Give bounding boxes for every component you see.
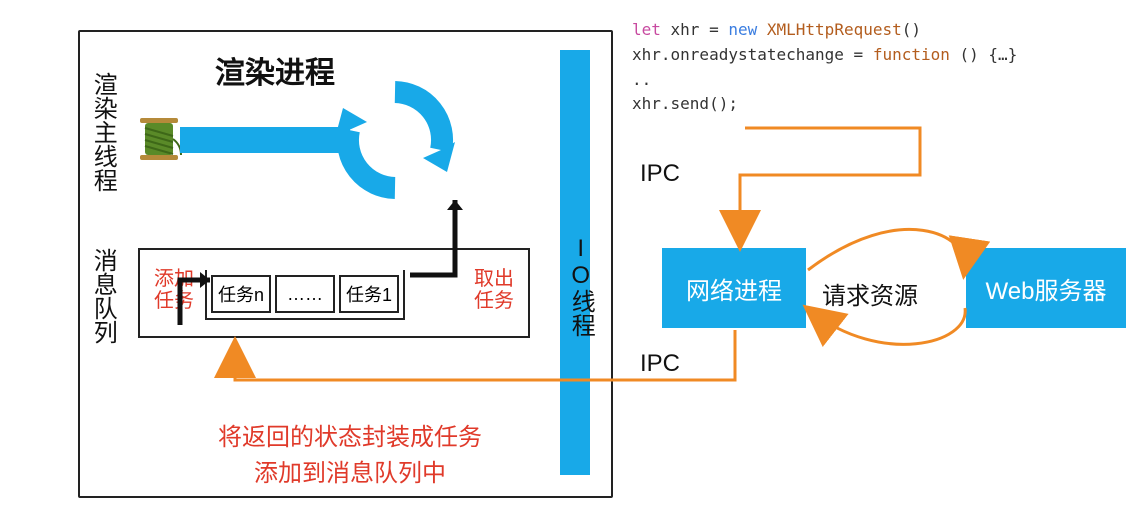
render-process-title: 渲染进程 (215, 48, 335, 92)
network-process-box: 网络进程 (662, 248, 806, 328)
code-token: .. (632, 70, 651, 89)
message-queue-label: 消息队列 (90, 248, 115, 344)
code-token: function (873, 45, 950, 64)
request-resource-label: 请求资源 (822, 276, 918, 311)
code-snippet: let xhr = new XMLHttpRequest() xhr.onrea… (632, 18, 1017, 117)
footer-note-line: 添加到消息队列中 (150, 456, 550, 492)
add-task-label: 添加任务 (150, 268, 198, 312)
message-queue-tray: 任务n …… 任务1 (205, 270, 405, 320)
code-token: () (902, 20, 921, 39)
code-token: XMLHttpRequest (757, 20, 902, 39)
code-token: xhr.send(); (632, 94, 738, 113)
code-token: xhr.onreadystatechange = (632, 45, 873, 64)
queue-task-cell: …… (275, 275, 335, 313)
queue-task-cell: 任务1 (339, 275, 399, 313)
code-token: xhr = (661, 20, 728, 39)
ipc-label: IPC (640, 350, 680, 378)
io-thread-label: IO线程 (568, 235, 593, 337)
web-server-box: Web服务器 (966, 248, 1126, 328)
code-token: () {…} (950, 45, 1017, 64)
queue-task-cell: 任务n (211, 275, 271, 313)
render-main-thread-label: 渲染主线程 (90, 72, 115, 192)
main-thread-arrow-bar (180, 127, 350, 153)
footer-note-line: 将返回的状态封装成任务 (150, 420, 550, 456)
code-token: let (632, 20, 661, 39)
ipc-label: IPC (640, 160, 680, 188)
code-token: new (728, 20, 757, 39)
footer-note: 将返回的状态封装成任务 添加到消息队列中 (150, 420, 550, 492)
pop-task-label: 取出任务 (470, 268, 518, 312)
